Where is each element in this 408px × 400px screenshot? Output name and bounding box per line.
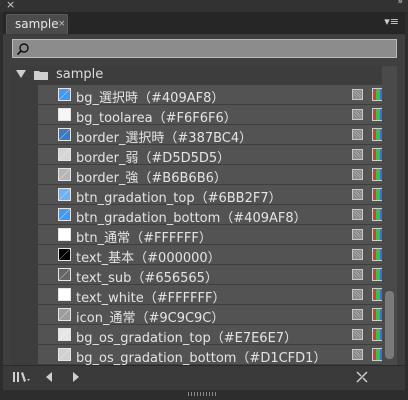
color-swatch — [58, 268, 71, 281]
group-label: sample — [56, 67, 104, 82]
swatch-item[interactable]: btn_通常（#FFFFFF） — [38, 225, 397, 246]
global-color-icon — [352, 189, 363, 200]
color-swatch — [58, 108, 71, 121]
color-swatch — [58, 168, 71, 181]
scrollbar[interactable] — [382, 66, 397, 366]
global-color-icon — [352, 109, 363, 120]
swatch-item[interactable]: btn_gradation_top（#6BB2F7） — [38, 185, 397, 206]
swatch-item[interactable]: border_弱（#D5D5D5） — [38, 145, 397, 166]
search-input[interactable] — [12, 39, 397, 58]
tab-label: sample — [15, 17, 59, 31]
swatch-label: btn_通常（#FFFFFF） — [76, 231, 212, 246]
swatch-item[interactable]: text_sub（#656565） — [38, 265, 397, 286]
global-color-icon — [352, 169, 363, 180]
color-swatch — [58, 188, 71, 201]
swatch-label: bg_os_gradation_top（#E7E6E7） — [76, 331, 298, 346]
swatch-options-icon[interactable] — [355, 370, 369, 384]
swatch-label: text_基本（#000000） — [76, 251, 221, 266]
color-swatch — [58, 228, 71, 241]
global-color-icon — [352, 229, 363, 240]
swatch-item[interactable]: bg_os_gradation_bottom（#D1CFD1） — [38, 345, 397, 366]
swatch-label: btn_gradation_top（#6BB2F7） — [76, 191, 282, 206]
color-swatch — [58, 128, 71, 141]
tab-sample[interactable]: sample × — [6, 14, 68, 34]
global-color-icon — [352, 209, 363, 220]
color-swatch — [58, 208, 71, 221]
global-color-icon — [352, 349, 363, 360]
folder-icon — [34, 71, 48, 80]
swatch-label: border_弱（#D5D5D5） — [76, 151, 231, 166]
tab-bar: sample × ▾≡ — [3, 12, 405, 35]
panel-menu-button[interactable]: ▾≡ — [384, 15, 399, 28]
scroll-thumb[interactable] — [385, 291, 394, 359]
global-color-icon — [352, 309, 363, 320]
swatch-list: sample bg_選択時（#409AF8） bg_toolarea（#F6F6F… — [10, 66, 397, 366]
global-color-icon — [352, 249, 363, 260]
swatch-item[interactable]: bg_os_gradation_top（#E7E6E7） — [38, 325, 397, 346]
panel-titlebar: × » — [0, 0, 408, 12]
global-color-icon — [352, 289, 363, 300]
tab-close-icon[interactable]: × — [58, 19, 66, 29]
swatch-libraries-icon[interactable] — [12, 371, 32, 383]
global-color-icon — [352, 89, 363, 100]
swatch-label: text_white（#FFFFFF） — [76, 291, 226, 306]
swatch-label: btn_gradation_bottom（#409AF8） — [76, 211, 307, 226]
color-swatch — [58, 88, 71, 101]
disclosure-triangle-icon[interactable] — [16, 70, 26, 78]
collapse-panel-button[interactable]: » — [397, 0, 402, 7]
previous-icon[interactable] — [46, 372, 52, 382]
swatch-item[interactable]: text_基本（#000000） — [38, 245, 397, 266]
color-swatch — [58, 248, 71, 261]
swatch-label: bg_toolarea（#F6F6F6） — [76, 111, 237, 126]
resize-grip[interactable] — [188, 392, 218, 396]
swatch-label: bg_選択時（#409AF8） — [76, 91, 225, 106]
swatch-item[interactable]: btn_gradation_bottom（#409AF8） — [38, 205, 397, 226]
swatch-item[interactable]: border_強（#B6B6B6） — [38, 165, 397, 186]
swatch-label: icon_通常（#9C9C9C） — [76, 311, 225, 326]
global-color-icon — [352, 329, 363, 340]
swatch-label: border_強（#B6B6B6） — [76, 171, 227, 186]
color-swatch — [58, 328, 71, 341]
global-color-icon — [352, 269, 363, 280]
close-panel-button[interactable]: × — [6, 0, 15, 11]
panel-footer — [3, 365, 405, 390]
next-icon[interactable] — [73, 372, 79, 382]
color-swatch — [58, 308, 71, 321]
swatch-item[interactable]: bg_toolarea（#F6F6F6） — [38, 105, 397, 126]
search-icon — [16, 43, 29, 56]
swatch-group-sample[interactable]: sample — [10, 66, 397, 84]
swatch-item[interactable]: border_選択時（#387BC4） — [38, 125, 397, 146]
color-swatch — [58, 348, 71, 361]
swatch-item[interactable]: bg_選択時（#409AF8） — [38, 85, 397, 106]
swatch-item[interactable]: text_white（#FFFFFF） — [38, 285, 397, 306]
color-swatch — [58, 288, 71, 301]
swatches-panel: sample bg_選択時（#409AF8） bg_toolarea（#F6F6F… — [3, 35, 405, 390]
global-color-icon — [352, 149, 363, 160]
color-swatch — [58, 148, 71, 161]
swatch-item[interactable]: icon_通常（#9C9C9C） — [38, 305, 397, 326]
global-color-icon — [352, 129, 363, 140]
swatch-label: text_sub（#656565） — [76, 271, 218, 286]
swatch-label: bg_os_gradation_bottom（#D1CFD1） — [76, 351, 327, 366]
swatch-label: border_選択時（#387BC4） — [76, 131, 253, 146]
